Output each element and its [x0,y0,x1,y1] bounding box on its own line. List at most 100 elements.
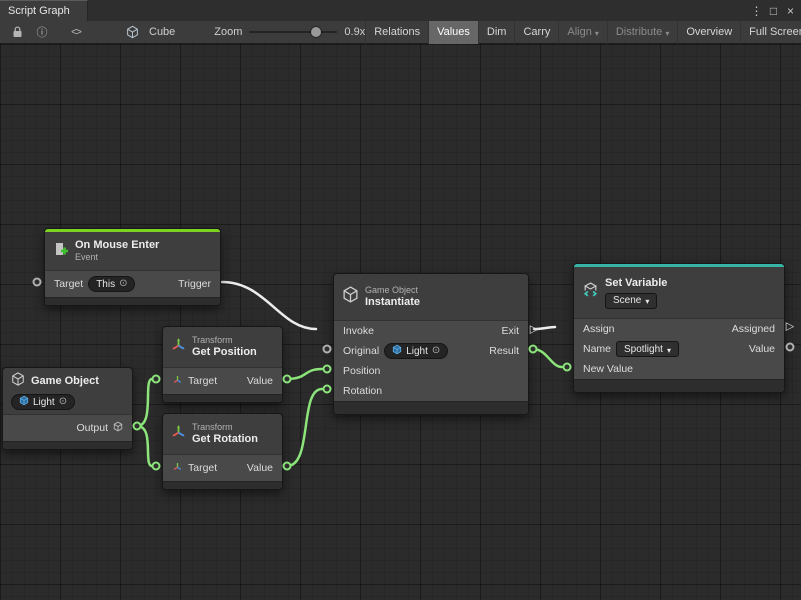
node-title: Get Rotation [192,433,258,446]
window-controls: ⋮ □ × [749,0,798,21]
port-set-variable-assigned-output[interactable]: ▷ [786,321,794,332]
toolbar-buttons: Relations Values Dim Carry Align ▾ Distr… [365,21,801,44]
tab-script-graph[interactable]: Script Graph [0,0,88,21]
overview-button[interactable]: Overview [677,21,740,44]
connection-getrotation-value-rotation[interactable] [287,389,322,466]
port-get-rotation-target-input[interactable] [152,462,161,471]
node-get-position[interactable]: Transform Get Position Target Value [162,326,283,403]
port-instantiate-position-input[interactable] [323,365,332,374]
node-game-object-light[interactable]: Game Object Light ⊙ Output [2,367,133,450]
connection-getposition-value-position[interactable] [287,369,322,379]
port-instantiate-original-input[interactable] [323,345,332,354]
game-object-cube-icon [392,344,402,358]
mouse-enter-event-icon [53,241,69,262]
assigned-port-label: Assigned [732,323,775,335]
position-port-label: Position [343,365,380,377]
node-footer [334,401,528,414]
graph-toolbar: ⓘ <> Cube Zoom 0.9x Relations Values Dim… [0,21,801,44]
node-get-rotation[interactable]: Transform Get Rotation Target Value [162,413,283,490]
port-instantiate-exit-output[interactable]: ▷ [530,324,538,335]
window-menu-button[interactable]: ⋮ [749,2,764,20]
object-picker-icon[interactable]: ⊙ [119,279,127,289]
dim-button[interactable]: Dim [478,21,515,44]
align-dropdown[interactable]: Align ▾ [558,21,606,44]
connection-result-newvalue[interactable] [533,349,562,367]
node-subtitle: Event [75,252,159,263]
chevron-down-icon: ▾ [665,29,669,38]
zoom-value: 0.9x [344,26,365,38]
node-footer [574,379,784,392]
node-instantiate[interactable]: Game Object Instantiate Invoke Exit Orig… [333,273,529,415]
port-instantiate-result-output[interactable] [529,345,538,354]
carry-button[interactable]: Carry [514,21,558,44]
zoom-label: Zoom [214,26,242,38]
assign-port-label: Assign [583,323,615,335]
node-on-mouse-enter[interactable]: On Mouse Enter Event Target This ⊙ Trigg… [44,228,221,306]
port-mouse-enter-target-input[interactable] [33,278,42,287]
transform-icon [171,424,186,444]
object-picker-icon[interactable]: ⊙ [59,397,67,407]
node-title: Game Object [31,375,99,388]
invoke-port-label: Invoke [343,325,374,337]
node-set-variable[interactable]: Set Variable Scene ▾ Assign Assigned Nam… [573,263,785,393]
values-button[interactable]: Values [428,21,478,44]
window-maximize-button[interactable]: □ [766,2,781,20]
port-set-variable-value-output[interactable] [786,343,795,352]
port-game-object-output[interactable] [133,422,142,431]
relations-button[interactable]: Relations [365,21,428,44]
node-footer [163,481,282,489]
zoom-slider-knob[interactable] [311,27,321,37]
target-port-label: Target [54,278,83,290]
transform-icon [172,374,183,388]
rotation-port-label: Rotation [343,385,382,397]
node-footer [163,394,282,402]
tab-bar: Script Graph ⋮ □ × [0,0,801,21]
cube-icon [113,421,123,435]
light-object-field[interactable]: Light ⊙ [11,394,75,410]
variable-scope-dropdown[interactable]: Scene ▾ [605,293,657,309]
value-port-label: Value [749,343,775,355]
window-close-button[interactable]: × [783,2,798,20]
connection-output-getposition-target[interactable] [137,379,152,426]
port-get-rotation-value-output[interactable] [283,462,292,471]
node-category: Transform [192,335,257,346]
game-object-cube-icon [19,395,29,409]
object-picker-icon[interactable]: ⊙ [432,346,440,356]
zoom-slider[interactable] [249,31,337,33]
graph-name-label: Cube [149,26,175,38]
exit-port-label: Exit [501,325,519,337]
value-port-label: Value [247,375,273,387]
info-icon[interactable]: ⓘ [34,24,50,40]
port-get-position-target-input[interactable] [152,375,161,384]
connection-trigger-invoke[interactable] [222,282,316,329]
cube-icon [11,372,25,391]
cube-icon [342,286,359,308]
lock-icon[interactable] [9,24,25,40]
port-instantiate-rotation-input[interactable] [323,385,332,394]
node-category: Game Object [365,285,420,296]
tab-title: Script Graph [8,5,70,17]
port-set-variable-newvalue-input[interactable] [563,363,572,372]
trigger-port-label: Trigger [178,278,211,290]
transform-icon [171,337,186,357]
chevron-down-icon: ▾ [645,297,649,306]
code-icon[interactable]: <> [68,24,84,40]
graph-canvas[interactable]: On Mouse Enter Event Target This ⊙ Trigg… [0,44,801,600]
full-screen-button[interactable]: Full Screen [740,21,801,44]
chevron-down-icon: ▾ [595,29,599,38]
script-graph-window: Script Graph ⋮ □ × ⓘ <> Cube Zoom [0,0,801,600]
target-port-label: Target [188,375,217,387]
result-port-label: Result [489,345,519,357]
connection-output-getrotation-target[interactable] [137,426,152,466]
this-object-field[interactable]: This ⊙ [88,276,135,292]
original-object-field[interactable]: Light ⊙ [384,343,448,359]
name-port-label: Name [583,343,611,355]
port-get-position-value-output[interactable] [283,375,292,384]
node-title: Instantiate [365,296,420,309]
cube-icon [124,24,140,40]
distribute-dropdown[interactable]: Distribute ▾ [607,21,677,44]
original-port-label: Original [343,345,379,357]
chevron-down-icon: ▾ [667,346,671,355]
variable-name-dropdown[interactable]: Spotlight ▾ [616,341,679,357]
node-title: Get Position [192,346,257,359]
